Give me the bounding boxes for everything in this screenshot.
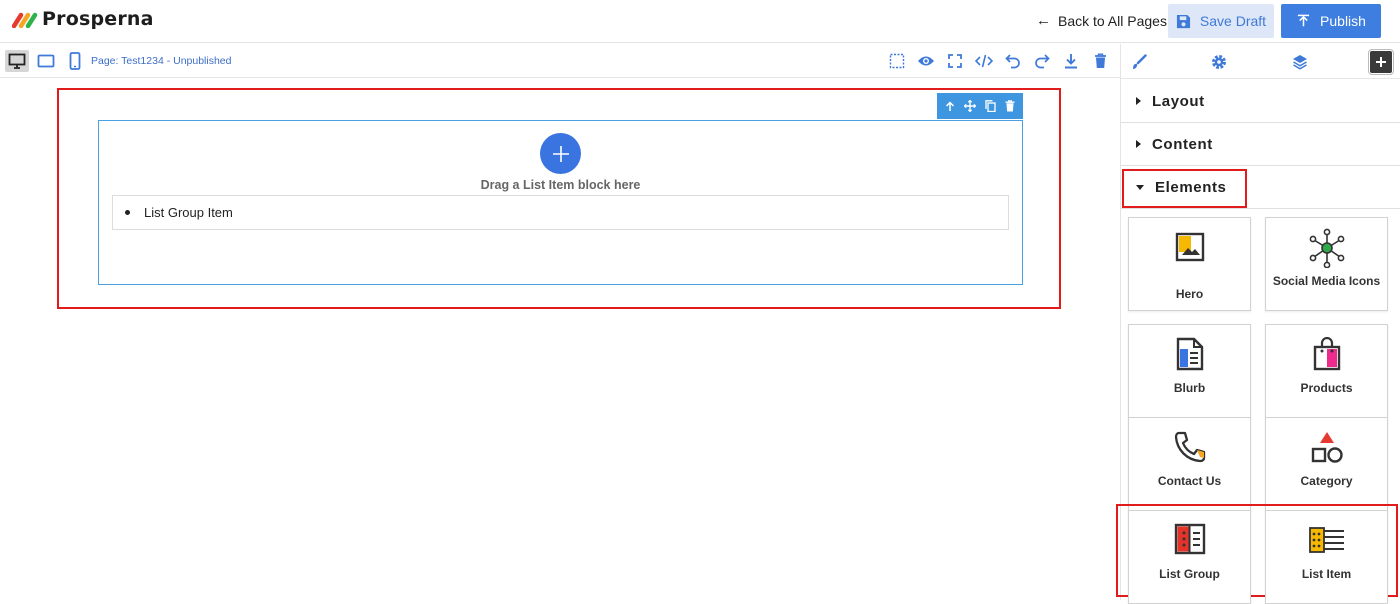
section-label: Layout	[1152, 92, 1205, 110]
tile-label: List Group	[1159, 567, 1220, 581]
drag-move-button[interactable]	[964, 100, 977, 112]
tab-settings[interactable]	[1209, 52, 1229, 72]
fullscreen-icon	[948, 54, 962, 68]
trash-icon	[1005, 100, 1015, 112]
add-block-button[interactable]	[540, 133, 581, 174]
move-up-button[interactable]	[945, 100, 955, 112]
element-tile-category[interactable]: Category	[1265, 417, 1388, 511]
fullscreen-button[interactable]	[946, 52, 964, 70]
add-element-button[interactable]	[1368, 49, 1394, 75]
arrow-up-icon	[946, 100, 955, 111]
layers-icon	[1293, 55, 1307, 70]
publish-button[interactable]: Publish	[1281, 4, 1381, 38]
section-label: Content	[1152, 135, 1213, 153]
select-outline-button[interactable]	[888, 52, 906, 70]
tablet-icon	[37, 54, 55, 68]
section-content[interactable]: Content	[1121, 123, 1400, 166]
element-tile-hero[interactable]: Hero	[1128, 217, 1251, 311]
panel-tabs	[1121, 44, 1400, 79]
logo[interactable]: Prosperna	[12, 8, 154, 30]
publish-label: Publish	[1320, 13, 1366, 29]
duplicate-button[interactable]	[985, 100, 996, 112]
element-tile-social-media-icons[interactable]: Social Media Icons	[1265, 217, 1388, 311]
element-tile-blurb[interactable]: Blurb	[1128, 324, 1251, 418]
list-group-item[interactable]: List Group Item	[112, 195, 1009, 230]
top-bar: Prosperna ← Back to All Pages Save Draft…	[0, 0, 1400, 43]
network-icon	[1309, 228, 1344, 268]
bullet-icon	[125, 210, 130, 215]
tab-layers[interactable]	[1290, 52, 1310, 72]
delete-button[interactable]	[1091, 52, 1109, 70]
editor-toolbar: Page: Test1234 - Unpublished	[0, 44, 1120, 78]
mobile-icon	[69, 52, 81, 70]
tile-label: Category	[1300, 474, 1353, 488]
code-icon	[975, 54, 993, 68]
download-button[interactable]	[1062, 52, 1080, 70]
shopping-bag-icon	[1313, 337, 1340, 371]
tile-label: Social Media Icons	[1272, 274, 1381, 288]
remove-block-button[interactable]	[1005, 100, 1015, 112]
save-draft-label: Save Draft	[1199, 13, 1267, 29]
block-toolbar	[937, 93, 1023, 119]
element-tile-products[interactable]: Products	[1265, 324, 1388, 418]
preview-eye-icon	[918, 56, 934, 66]
document-icon	[1176, 337, 1203, 371]
desktop-view-button[interactable]	[5, 50, 29, 72]
brush-icon	[1133, 54, 1147, 69]
plus-icon	[552, 145, 569, 162]
list-group-icon	[1174, 523, 1205, 555]
element-tile-contact-us[interactable]: Contact Us	[1128, 417, 1251, 511]
select-outline-icon	[889, 53, 905, 69]
copy-icon	[985, 100, 996, 112]
tile-label: Contact Us	[1157, 474, 1222, 488]
plus-square-icon	[1376, 57, 1386, 67]
delete-icon	[1094, 53, 1106, 68]
element-tile-list-group[interactable]: List Group	[1128, 510, 1251, 604]
arrow-left-icon: ←	[1036, 12, 1051, 29]
tab-style[interactable]	[1129, 52, 1149, 72]
save-draft-button[interactable]: Save Draft	[1168, 4, 1274, 38]
undo-icon	[1005, 54, 1020, 69]
phone-icon	[1174, 431, 1205, 463]
element-tile-list-item[interactable]: List Item	[1265, 510, 1388, 604]
code-view-button[interactable]	[975, 52, 993, 70]
caret-right-icon	[1136, 97, 1141, 105]
drop-zone-hint: Drag a List Item block here	[480, 178, 641, 192]
image-icon	[1175, 232, 1204, 262]
list-item-text: List Group Item	[144, 205, 233, 220]
save-icon	[1176, 14, 1190, 28]
shapes-icon	[1311, 432, 1343, 463]
highlight-box-elements	[1122, 169, 1247, 208]
redo-icon	[1035, 54, 1050, 69]
undo-button[interactable]	[1004, 52, 1022, 70]
tablet-view-button[interactable]	[34, 50, 58, 72]
move-icon	[964, 100, 977, 112]
back-link-label: Back to All Pages	[1058, 12, 1167, 29]
tile-label: Blurb	[1173, 381, 1206, 395]
back-to-all-pages-link[interactable]: ← Back to All Pages	[1036, 12, 1167, 29]
redo-button[interactable]	[1033, 52, 1051, 70]
section-layout[interactable]: Layout	[1121, 80, 1400, 123]
brand-name: Prosperna	[42, 8, 154, 30]
tile-label: List Item	[1301, 567, 1352, 581]
preview-button[interactable]	[917, 52, 935, 70]
caret-right-icon	[1136, 140, 1141, 148]
prosperna-logo-icon	[12, 12, 38, 28]
upload-icon	[1297, 14, 1310, 26]
mobile-view-button[interactable]	[63, 50, 87, 72]
tile-label: Hero	[1175, 287, 1204, 301]
download-icon	[1065, 54, 1077, 69]
list-item-icon	[1308, 527, 1344, 553]
gear-icon	[1212, 55, 1226, 69]
desktop-icon	[8, 53, 26, 69]
tile-label: Products	[1300, 381, 1353, 395]
page-status-label: Page: Test1234 - Unpublished	[91, 55, 232, 67]
